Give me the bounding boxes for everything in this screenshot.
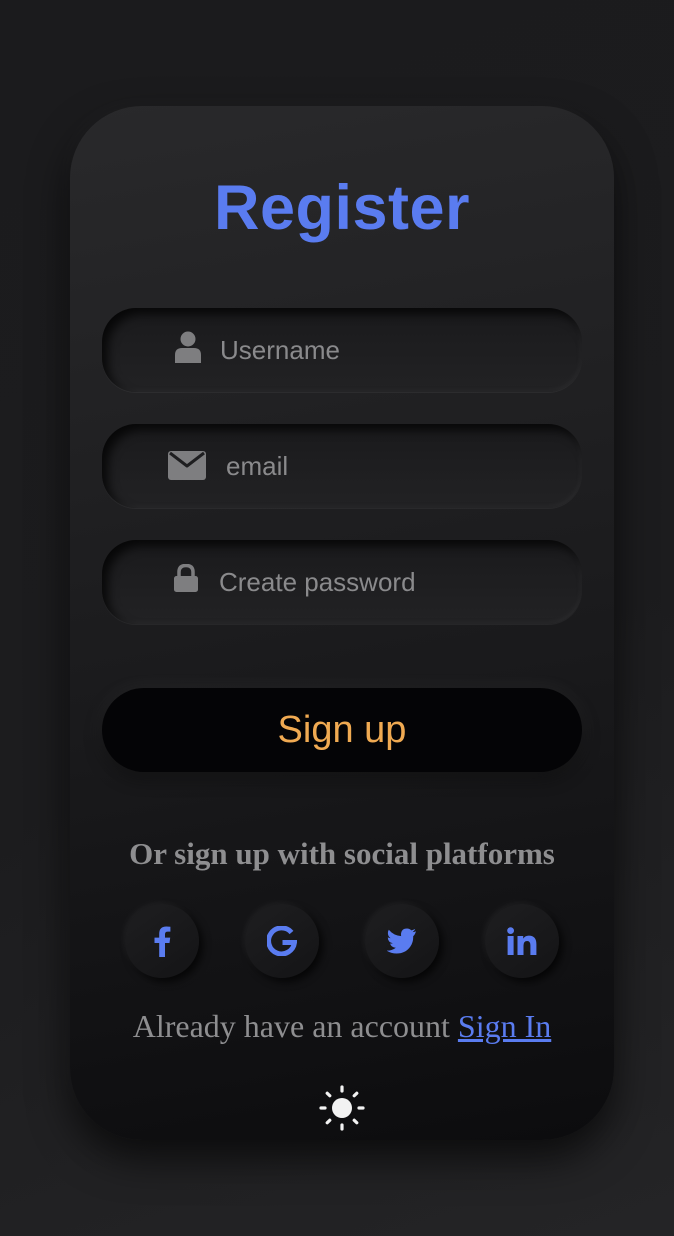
facebook-icon xyxy=(154,926,171,957)
linkedin-button[interactable] xyxy=(485,904,559,978)
twitter-button[interactable] xyxy=(365,904,439,978)
username-placeholder: Username xyxy=(220,335,340,365)
lock-icon xyxy=(174,564,198,592)
user-icon xyxy=(175,331,201,363)
page-title: Register xyxy=(213,173,471,243)
email-field[interactable]: email xyxy=(102,424,582,508)
google-button[interactable] xyxy=(245,904,319,978)
email-placeholder: email xyxy=(226,451,289,481)
signin-link[interactable]: Sign In xyxy=(458,1008,551,1044)
password-field[interactable]: Create password xyxy=(102,540,582,624)
twitter-icon xyxy=(387,928,416,954)
linkedin-icon xyxy=(507,927,537,955)
facebook-button[interactable] xyxy=(125,904,199,978)
sun-icon[interactable] xyxy=(319,1085,365,1131)
username-field[interactable]: Username xyxy=(102,308,582,392)
signin-prompt-text: Already have an account xyxy=(132,1008,458,1044)
signup-button[interactable]: Sign up xyxy=(102,688,582,772)
social-heading: Or sign up with social platforms xyxy=(129,836,555,871)
envelope-icon xyxy=(168,451,206,480)
google-icon xyxy=(267,926,297,956)
password-placeholder: Create password xyxy=(219,567,416,597)
signin-prompt: Already have an account Sign In xyxy=(70,1006,614,1046)
